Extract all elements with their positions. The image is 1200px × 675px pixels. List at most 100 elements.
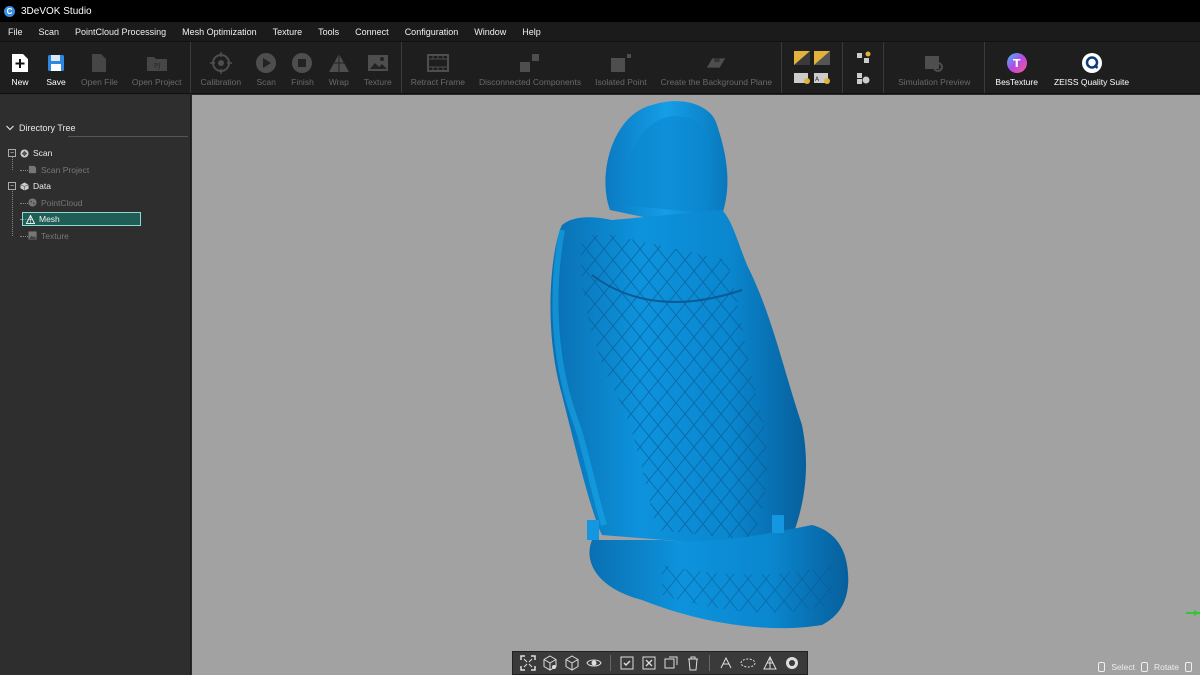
tree-node-scan[interactable]: − Scan <box>8 145 190 162</box>
select-all-icon[interactable] <box>618 654 636 672</box>
mode-triangle-yellow-alt-icon[interactable] <box>814 50 831 65</box>
bestexture-logo-icon: T <box>1006 52 1028 74</box>
menu-window[interactable]: Window <box>474 27 506 37</box>
menu-pointcloud-processing[interactable]: PointCloud Processing <box>75 27 166 37</box>
open-project-button[interactable]: PJ Open Project <box>125 42 189 93</box>
title-bar: C 3DeVOK Studio <box>0 0 1200 22</box>
open-project-icon: PJ <box>146 52 168 74</box>
svg-text:PJ: PJ <box>154 62 160 70</box>
open-file-button[interactable]: Open File <box>74 42 125 93</box>
directory-tree-panel: Directory Tree − Scan Scan Project − Dat… <box>0 95 191 675</box>
scan-node-icon <box>20 149 29 158</box>
fit-view-icon[interactable] <box>519 654 537 672</box>
cube-view-icon[interactable] <box>541 654 559 672</box>
marker-points-icon[interactable] <box>855 51 871 65</box>
mode-auto-icon[interactable]: A <box>814 71 831 85</box>
calibration-icon <box>209 52 232 74</box>
svg-text:T: T <box>1013 57 1021 70</box>
axis-indicator-icon <box>1186 610 1200 616</box>
texture-button[interactable]: Texture <box>357 42 399 93</box>
view-mode-group: A <box>782 42 844 93</box>
collapse-toggle-icon[interactable]: − <box>8 149 16 158</box>
menu-bar: File Scan PointCloud Processing Mesh Opt… <box>0 22 1200 42</box>
cube-wireframe-icon[interactable] <box>563 654 581 672</box>
plugins-group: T BesTexture ZEISS Quality Suite <box>985 42 1139 93</box>
collapse-toggle-icon[interactable]: − <box>8 182 16 191</box>
scan-button[interactable]: Scan <box>248 42 284 93</box>
finish-button[interactable]: Finish <box>284 42 321 93</box>
mouse-middle-icon <box>1185 662 1192 672</box>
menu-mesh-optimization[interactable]: Mesh Optimization <box>182 27 257 37</box>
ellipse-select-icon[interactable] <box>739 654 757 672</box>
create-background-plane-button[interactable]: Create the Background Plane <box>654 42 780 93</box>
tree-node-texture[interactable]: Texture <box>8 228 190 245</box>
directory-tree: − Scan Scan Project − Data PointCloud Me… <box>0 137 190 244</box>
zeiss-logo-icon <box>1081 52 1103 74</box>
new-file-icon <box>9 52 31 74</box>
scan-group: Calibration Scan Finish Wrap Texture <box>191 42 402 93</box>
project-node-icon <box>28 166 37 174</box>
mouse-hints: Select Rotate <box>1098 662 1192 672</box>
mode-camera-icon[interactable] <box>794 71 811 85</box>
simulation-preview-button[interactable]: Simulation Preview <box>886 42 982 93</box>
car-seat-mesh[interactable] <box>532 95 902 675</box>
toolbar: New Save Open File PJ Open Project Calib… <box>0 42 1200 94</box>
image-icon <box>367 52 389 74</box>
sphere-icon[interactable] <box>783 654 801 672</box>
simulation-preview-icon <box>923 52 945 74</box>
marker-settings-icon[interactable] <box>855 71 871 85</box>
new-button[interactable]: New <box>2 42 38 93</box>
tree-node-data[interactable]: − Data <box>8 178 190 195</box>
film-frame-icon <box>426 52 449 74</box>
mouse-right-icon <box>1140 662 1148 672</box>
stop-icon <box>291 52 313 74</box>
isolated-point-icon <box>610 52 632 74</box>
deselect-icon[interactable] <box>640 654 658 672</box>
menu-tools[interactable]: Tools <box>318 27 339 37</box>
components-icon <box>519 52 541 74</box>
tree-node-pointcloud[interactable]: PointCloud <box>8 195 190 212</box>
pointcloud-node-icon <box>28 198 37 207</box>
lasso-tool-icon[interactable] <box>717 654 735 672</box>
marker-group <box>843 42 885 93</box>
menu-texture[interactable]: Texture <box>273 27 303 37</box>
chevron-down-icon <box>6 125 14 131</box>
wrap-button[interactable]: Wrap <box>321 42 357 93</box>
eye-icon[interactable] <box>585 654 603 672</box>
wrap-icon <box>328 52 350 74</box>
window-title: 3DeVOK Studio <box>21 5 92 17</box>
tree-node-mesh[interactable]: Mesh <box>8 211 190 228</box>
bestexture-button[interactable]: T BesTexture <box>987 42 1046 93</box>
calibration-button[interactable]: Calibration <box>193 42 248 93</box>
menu-configuration[interactable]: Configuration <box>405 27 459 37</box>
save-button[interactable]: Save <box>38 42 74 93</box>
plane-icon <box>705 52 727 74</box>
triangle-tool-icon[interactable] <box>761 654 779 672</box>
selected-node-highlight: Mesh <box>22 212 141 227</box>
disconnected-components-button[interactable]: Disconnected Components <box>472 42 588 93</box>
viewport-toolbar <box>512 651 808 675</box>
3d-viewport[interactable]: Select Rotate <box>192 95 1200 675</box>
mouse-left-icon <box>1098 662 1106 672</box>
retract-frame-button[interactable]: Retract Frame <box>404 42 472 93</box>
directory-tree-header[interactable]: Directory Tree <box>0 95 190 133</box>
menu-help[interactable]: Help <box>522 27 541 37</box>
menu-scan[interactable]: Scan <box>39 27 60 37</box>
delete-icon[interactable] <box>684 654 702 672</box>
edit-group: Retract Frame Disconnected Components Is… <box>402 42 783 93</box>
data-node-icon <box>20 182 29 191</box>
isolated-point-button[interactable]: Isolated Point <box>588 42 654 93</box>
open-file-icon <box>88 52 110 74</box>
invert-selection-icon[interactable] <box>662 654 680 672</box>
app-logo-icon: C <box>4 5 15 17</box>
save-icon <box>45 52 67 74</box>
menu-file[interactable]: File <box>8 27 23 37</box>
texture-node-icon <box>28 231 37 240</box>
simulation-group: Simulation Preview <box>884 42 986 93</box>
file-group: New Save Open File PJ Open Project <box>0 42 192 93</box>
play-icon <box>255 52 277 74</box>
menu-connect[interactable]: Connect <box>355 27 389 37</box>
tree-node-scan-project[interactable]: Scan Project <box>8 162 190 179</box>
mode-triangle-yellow-icon[interactable] <box>794 50 811 65</box>
zeiss-quality-suite-button[interactable]: ZEISS Quality Suite <box>1046 42 1137 93</box>
